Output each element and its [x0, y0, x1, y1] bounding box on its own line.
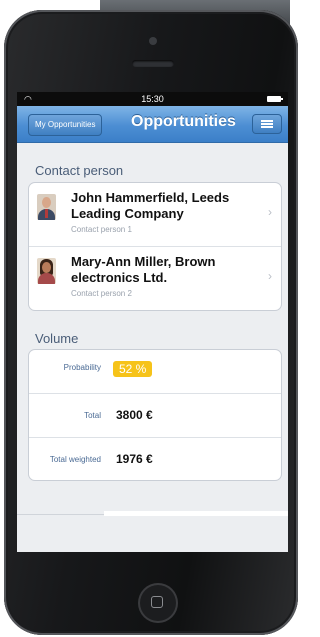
avatar — [37, 258, 56, 284]
total-value: 3800 € — [116, 408, 153, 422]
contact-section-header: Contact person — [35, 163, 124, 178]
avatar-body — [38, 273, 55, 284]
volume-list: Probability 52 % Total 3800 € Total weig… — [28, 349, 282, 481]
home-button[interactable] — [138, 583, 178, 623]
scene: ◠ 15:30 My Opportunities Opportunities C… — [0, 0, 301, 637]
status-time: 15:30 — [141, 94, 164, 104]
chevron-right-icon: › — [268, 269, 272, 283]
contact-role: Contact person 2 — [71, 289, 132, 298]
contact-list: John Hammerfield, Leeds Leading Company … — [28, 182, 282, 311]
chevron-right-icon: › — [268, 205, 272, 219]
avatar-tie — [45, 209, 48, 218]
front-camera — [149, 37, 157, 45]
total-weighted-row[interactable]: Total weighted 1976 € — [29, 438, 281, 480]
back-button[interactable]: My Opportunities — [28, 114, 103, 136]
total-weighted-label: Total weighted — [49, 455, 101, 464]
probability-label: Probability — [63, 363, 101, 372]
probability-row[interactable]: Probability 52 % — [29, 350, 281, 394]
contact-role: Contact person 1 — [71, 225, 132, 234]
contact-row[interactable]: John Hammerfield, Leeds Leading Company … — [29, 183, 281, 247]
total-label: Total — [84, 411, 101, 420]
avatar — [37, 194, 56, 220]
phone-screen: ◠ 15:30 My Opportunities Opportunities C… — [17, 92, 288, 552]
avatar-head — [42, 262, 51, 273]
home-square-icon — [151, 596, 163, 608]
menu-button[interactable] — [252, 114, 282, 134]
contact-name: Mary-Ann Miller, Brown electronics Ltd. — [71, 254, 216, 285]
menu-icon — [261, 120, 273, 128]
contact-name: John Hammerfield, Leeds Leading Company — [71, 190, 230, 221]
bottom-field — [104, 511, 288, 516]
volume-section-header: Volume — [35, 331, 79, 346]
status-bar: ◠ 15:30 — [17, 92, 288, 106]
navigation-bar: My Opportunities Opportunities — [17, 106, 288, 143]
contact-row[interactable]: Mary-Ann Miller, Brown electronics Ltd. … — [29, 247, 281, 310]
avatar-head — [42, 197, 51, 208]
page-title: Opportunities — [131, 113, 236, 130]
battery-icon — [267, 96, 283, 102]
total-weighted-value: 1976 € — [116, 452, 153, 466]
probability-badge: 52 % — [113, 361, 153, 377]
total-row[interactable]: Total 3800 € — [29, 394, 281, 438]
earpiece — [132, 60, 174, 67]
